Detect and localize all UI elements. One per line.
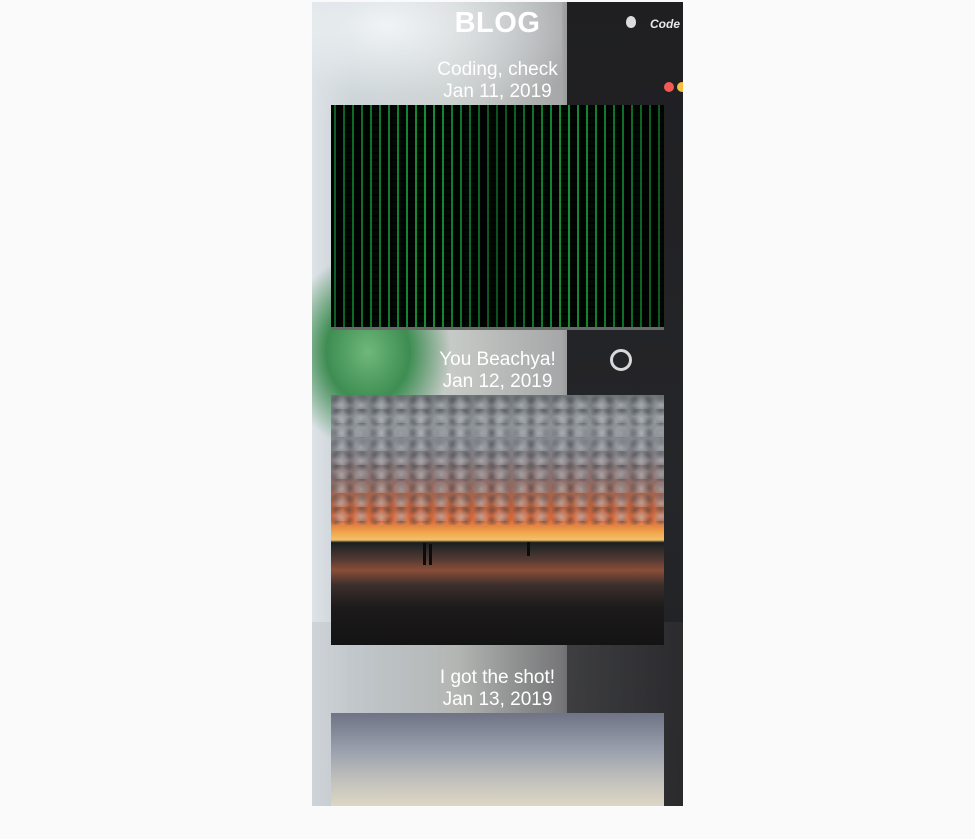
post-image-matrix[interactable] xyxy=(331,105,664,330)
post-date: Jan 13, 2019 xyxy=(442,689,553,710)
post-header[interactable]: Coding, check Jan 11, 2019 xyxy=(312,59,683,103)
post-header[interactable]: I got the shot! Jan 13, 2019 xyxy=(312,667,683,711)
beach-person xyxy=(429,544,432,565)
post-title[interactable]: I got the shot! xyxy=(312,667,683,689)
beach-person xyxy=(423,543,426,565)
blog-title: BLOG xyxy=(454,7,541,39)
blog-page: Code BLOG Coding, check Jan 11, 2019 You… xyxy=(312,2,683,806)
post-image-sky[interactable] xyxy=(331,713,664,806)
post-date: Jan 12, 2019 xyxy=(442,371,553,392)
post-image-beach[interactable] xyxy=(331,395,664,645)
post-title[interactable]: Coding, check xyxy=(312,59,683,81)
post-date: Jan 11, 2019 xyxy=(443,81,552,102)
post-title[interactable]: You Beachya! xyxy=(312,349,683,371)
post-header[interactable]: You Beachya! Jan 12, 2019 xyxy=(312,349,683,393)
beach-person xyxy=(527,542,530,556)
beach-clouds xyxy=(331,395,664,525)
